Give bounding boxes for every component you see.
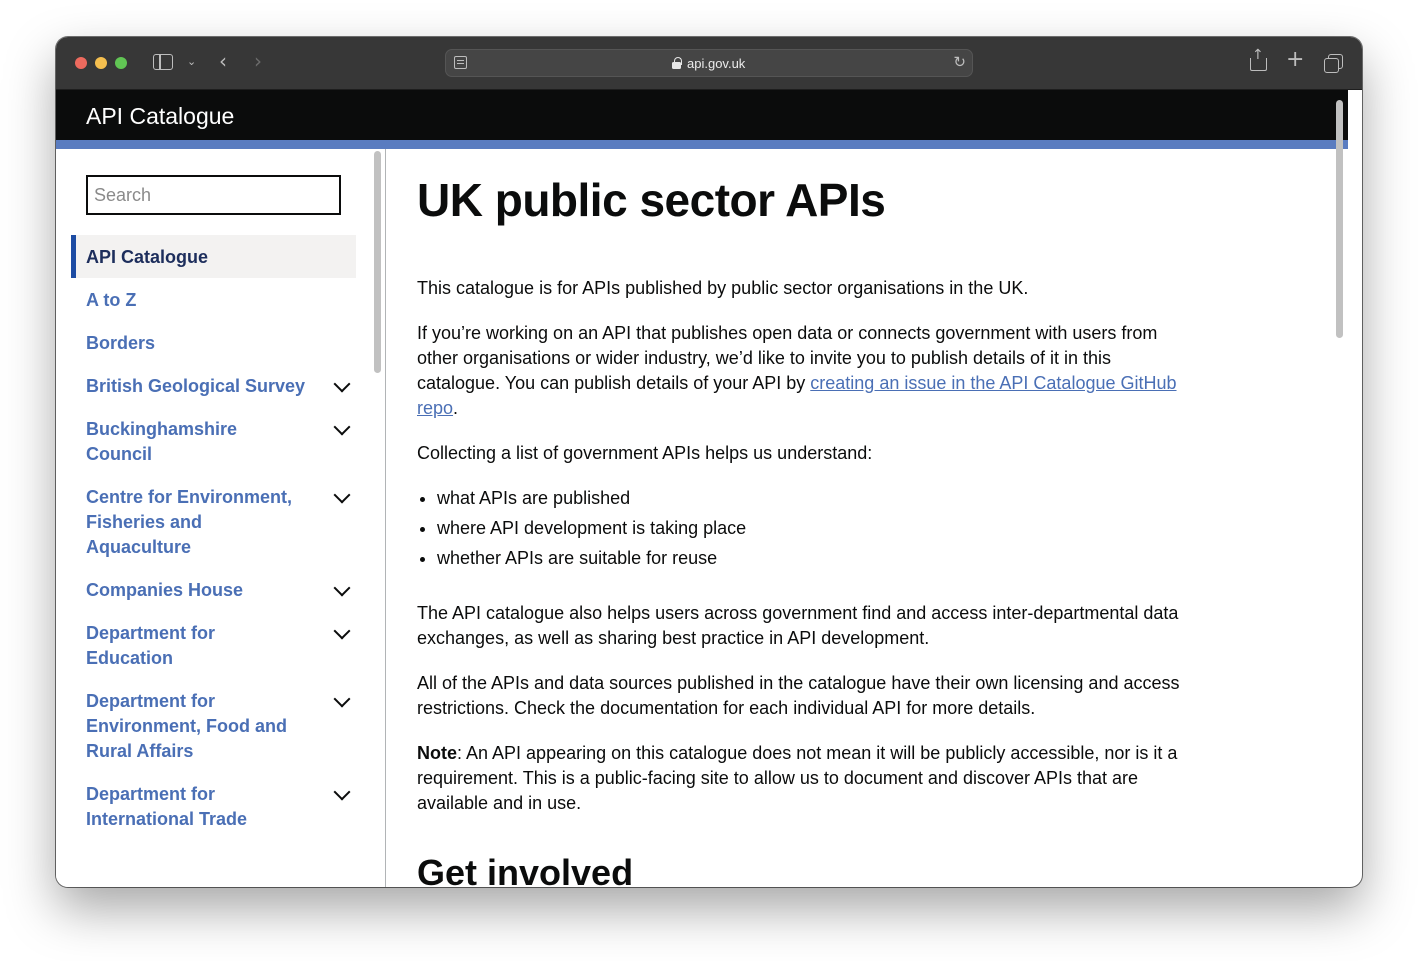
reload-icon[interactable]: ↻ [953, 53, 966, 71]
licensing-paragraph: All of the APIs and data sources publish… [417, 673, 1180, 718]
list-item: where API development is taking place [437, 516, 1182, 541]
sidebar-item-a-to-z[interactable]: A to Z [71, 278, 356, 321]
sidebar-nav: API Catalogue A to Z Borders British Geo… [56, 149, 386, 887]
sidebar-item-label[interactable]: Buckinghamshire Council [86, 419, 237, 464]
browser-toolbar: ⌄ ‹ › api.gov.uk ↻ + [56, 37, 1362, 90]
note-text: : An API appearing on this catalogue doe… [417, 743, 1178, 813]
address-bar[interactable]: api.gov.uk ↻ [445, 49, 973, 77]
chevron-down-icon[interactable]: ⌄ [187, 56, 196, 67]
chevron-down-icon[interactable] [333, 579, 351, 597]
url-text[interactable]: api.gov.uk [687, 56, 745, 71]
chevron-down-icon[interactable] [333, 690, 351, 708]
list-item: whether APIs are suitable for reuse [437, 546, 1182, 571]
page-menu-icon[interactable] [454, 56, 467, 69]
intro-paragraph: This catalogue is for APIs published by … [417, 278, 1029, 298]
accent-bar [56, 140, 1348, 149]
benefits-list: what APIs are published where API develo… [437, 486, 1182, 571]
web-page: API Catalogue API Catalogue A to Z Borde… [56, 90, 1348, 887]
sidebar-item-label[interactable]: Department for Environment, Food and Rur… [86, 691, 287, 761]
also-helps-paragraph: The API catalogue also helps users acros… [417, 603, 1179, 648]
minimize-window-button[interactable] [95, 57, 107, 69]
sidebar-item-dfe[interactable]: Department for Education [71, 611, 356, 679]
site-header: API Catalogue [56, 90, 1348, 140]
sidebar-item-label[interactable]: A to Z [86, 290, 136, 310]
chevron-down-icon[interactable] [333, 375, 351, 393]
list-item: what APIs are published [437, 486, 1182, 511]
section-heading: Get involved [417, 852, 634, 887]
invite-paragraph: If you’re working on an API that publish… [417, 321, 1182, 421]
sidebar-item-buckinghamshire-council[interactable]: Buckinghamshire Council [71, 407, 356, 475]
chevron-down-icon[interactable] [333, 486, 351, 504]
invite-end: . [453, 398, 459, 418]
sidebar-item-label[interactable]: Centre for Environment, Fisheries and Aq… [86, 487, 292, 557]
chevron-down-icon[interactable] [333, 418, 351, 436]
sidebar-item-borders[interactable]: Borders [71, 321, 356, 364]
back-icon[interactable]: ‹ [219, 51, 227, 71]
sidebar-item-defra[interactable]: Department for Environment, Food and Rur… [71, 679, 356, 772]
browser-window: ⌄ ‹ › api.gov.uk ↻ + API Catalogue API C… [56, 37, 1362, 887]
share-icon[interactable] [1250, 48, 1267, 71]
chevron-down-icon[interactable] [333, 622, 351, 640]
chevron-down-icon[interactable] [333, 783, 351, 801]
close-window-button[interactable] [75, 57, 87, 69]
sidebar-item-cefas[interactable]: Centre for Environment, Fisheries and Aq… [71, 475, 356, 568]
sidebar-item-api-catalogue[interactable]: API Catalogue [71, 235, 356, 278]
sidebar-item-label[interactable]: API Catalogue [86, 247, 208, 267]
tab-overview-icon[interactable] [1324, 54, 1343, 73]
sidebar-item-label[interactable]: Department for International Trade [86, 784, 247, 829]
content-body: This catalogue is for APIs published by … [417, 276, 1182, 836]
page-title: UK public sector APIs [417, 174, 886, 226]
nav-list: API Catalogue A to Z Borders British Geo… [71, 235, 356, 840]
main-content: UK public sector APIs This catalogue is … [387, 149, 1348, 887]
note-paragraph: Note: An API appearing on this catalogue… [417, 741, 1182, 816]
sidebar-item-label[interactable]: Borders [86, 333, 155, 353]
sidebar-item-label[interactable]: British Geological Survey [86, 376, 305, 396]
sidebar-item-companies-house[interactable]: Companies House [71, 568, 356, 611]
lock-icon [672, 57, 682, 69]
forward-icon[interactable]: › [254, 51, 262, 71]
main-scrollbar[interactable] [1336, 100, 1343, 338]
sidebar-scrollbar[interactable] [374, 151, 381, 373]
zoom-window-button[interactable] [115, 57, 127, 69]
collecting-paragraph: Collecting a list of government APIs hel… [417, 443, 873, 463]
search-input[interactable] [86, 175, 341, 215]
note-label: Note [417, 743, 457, 763]
sidebar-item-label[interactable]: Department for Education [86, 623, 215, 668]
sidebar-item-dit[interactable]: Department for International Trade [71, 772, 356, 840]
sidebar-item-british-geological-survey[interactable]: British Geological Survey [71, 364, 356, 407]
sidebar-toggle-icon[interactable] [153, 54, 173, 70]
new-tab-icon[interactable]: + [1286, 49, 1304, 71]
sidebar-item-label[interactable]: Companies House [86, 580, 243, 600]
site-title[interactable]: API Catalogue [86, 103, 234, 130]
